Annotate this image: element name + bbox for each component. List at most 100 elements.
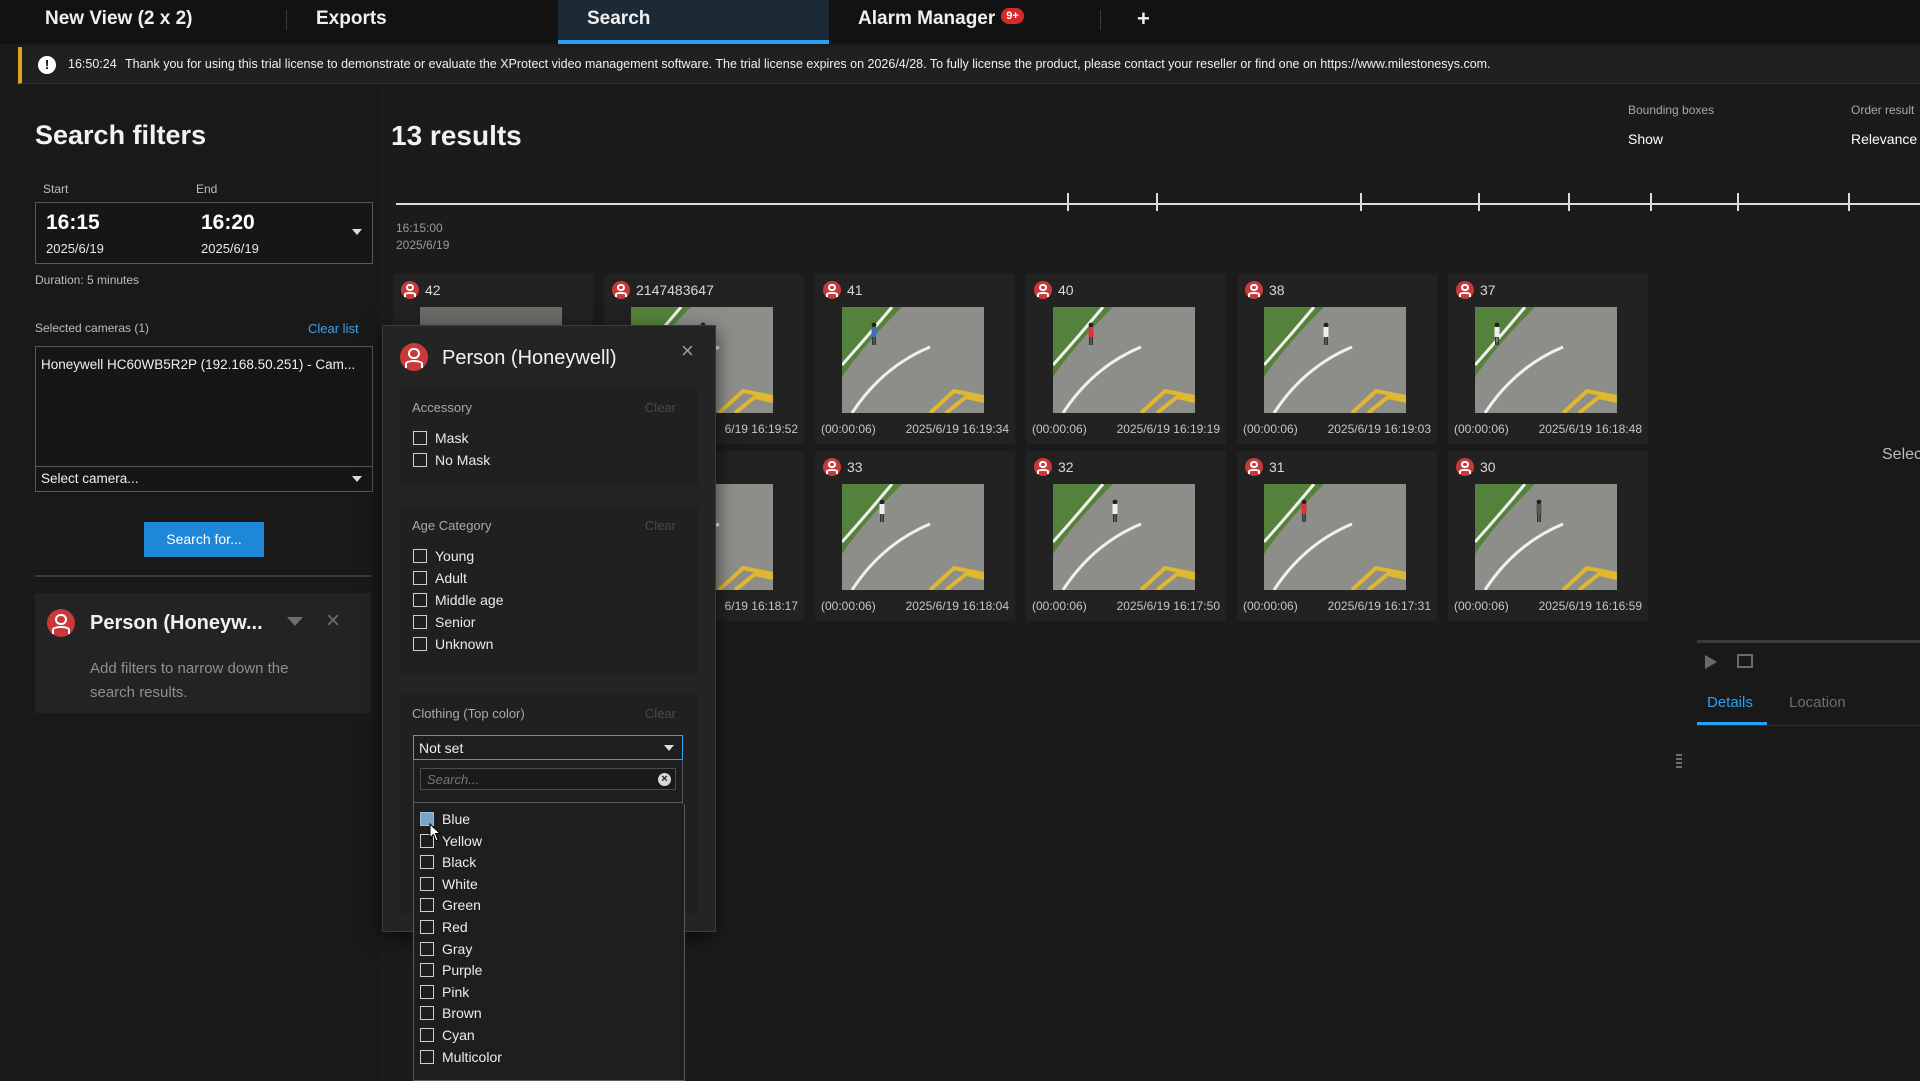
person-filter-card[interactable]: Person (Honeyw... × Add filters to narro… <box>35 593 371 713</box>
timeline-marker[interactable] <box>1737 193 1739 211</box>
option-multicolor[interactable]: Multicolor <box>420 1049 502 1069</box>
bounding-boxes-toggle[interactable]: Show <box>1628 131 1663 147</box>
chevron-down-icon <box>352 476 362 482</box>
timeline-marker[interactable] <box>1067 193 1069 211</box>
option-blue[interactable]: Blue <box>420 811 470 831</box>
timeline-marker[interactable] <box>1360 193 1362 211</box>
tab-alarm-manager[interactable]: Alarm Manager 9+ <box>858 0 1024 44</box>
checkbox[interactable] <box>420 942 434 957</box>
result-duration: (00:00:06) <box>821 599 876 613</box>
checkbox[interactable] <box>420 1006 434 1021</box>
checkbox[interactable] <box>420 1028 434 1043</box>
option-label: Blue <box>442 811 471 827</box>
checkbox[interactable] <box>420 855 434 870</box>
close-icon[interactable]: × <box>326 607 340 635</box>
checkbox-mask[interactable]: Mask <box>413 430 468 450</box>
option-gray[interactable]: Gray <box>420 941 472 961</box>
result-duration: (00:00:06) <box>1243 599 1298 613</box>
snapshot-icon[interactable] <box>1737 654 1753 668</box>
checkbox[interactable] <box>413 431 427 446</box>
order-results-select[interactable]: Relevance <box>1851 131 1917 147</box>
timeline-marker[interactable] <box>1650 193 1652 211</box>
resize-handle[interactable] <box>1676 754 1682 770</box>
thumbnail-scene <box>1475 307 1617 413</box>
tab-new-view[interactable]: New View (2 x 2) <box>45 0 193 44</box>
checkbox[interactable] <box>420 898 434 913</box>
close-icon[interactable]: × <box>681 338 694 364</box>
select-camera-text: Select camera... <box>41 471 139 486</box>
option-green[interactable]: Green <box>420 897 481 917</box>
checkbox[interactable] <box>420 920 434 935</box>
result-timestamp: 2025/6/19 16:18:04 <box>905 599 1009 613</box>
option-white[interactable]: White <box>420 876 478 896</box>
result-duration: (00:00:06) <box>1454 599 1509 613</box>
timeline-marker[interactable] <box>1156 193 1158 211</box>
clear-list-link[interactable]: Clear list <box>308 321 359 336</box>
option-red[interactable]: Red <box>420 919 468 939</box>
checkbox[interactable] <box>420 877 434 892</box>
checkbox[interactable] <box>413 593 427 608</box>
clear-button[interactable]: Clear <box>645 706 676 721</box>
result-card[interactable]: 32 (00:00:06) 2025/6/19 16:17:50 <box>1026 451 1226 621</box>
result-card[interactable]: 33 (00:00:06) 2025/6/19 16:18:04 <box>815 451 1015 621</box>
search-for-button[interactable]: Search for... <box>144 522 264 557</box>
filter-icon[interactable] <box>287 617 303 626</box>
checkbox[interactable] <box>420 1050 434 1065</box>
option-black[interactable]: Black <box>420 854 476 874</box>
checkbox[interactable] <box>420 963 434 978</box>
add-tab-button[interactable]: + <box>1137 0 1150 44</box>
color-search-input[interactable] <box>420 768 676 790</box>
result-card[interactable]: 38 (00:00:06) 2025/6/19 16:19:03 <box>1237 274 1437 444</box>
timeline-track[interactable] <box>396 203 1920 205</box>
clear-button[interactable]: Clear <box>645 400 676 415</box>
result-card[interactable]: 40 (00:00:06) 2025/6/19 16:19:19 <box>1026 274 1226 444</box>
option-label: Yellow <box>442 833 482 849</box>
checkbox[interactable] <box>413 453 427 468</box>
time-range-picker[interactable]: 16:15 2025/6/19 16:20 2025/6/19 <box>35 202 373 264</box>
checkbox[interactable] <box>413 549 427 564</box>
play-icon[interactable] <box>1705 655 1717 669</box>
result-card[interactable]: 31 (00:00:06) 2025/6/19 16:17:31 <box>1237 451 1437 621</box>
checkbox[interactable] <box>413 615 427 630</box>
tab-details[interactable]: Details <box>1707 694 1753 711</box>
option-brown[interactable]: Brown <box>420 1005 482 1025</box>
preview-progress-bar[interactable] <box>1697 640 1920 643</box>
checkbox-adult[interactable]: Adult <box>413 570 467 590</box>
timeline-marker[interactable] <box>1478 193 1480 211</box>
checkbox[interactable] <box>420 985 434 1000</box>
clear-search-icon[interactable]: × <box>658 773 671 786</box>
chevron-down-icon[interactable] <box>352 229 362 235</box>
clear-button[interactable]: Clear <box>645 518 676 533</box>
result-number: 2147483647 <box>636 282 714 298</box>
option-purple[interactable]: Purple <box>420 962 482 982</box>
checkbox[interactable] <box>413 637 427 652</box>
checkbox-young[interactable]: Young <box>413 548 474 568</box>
checkbox-label: Young <box>435 548 475 564</box>
thumbnail-scene <box>842 484 984 590</box>
tab-search[interactable]: Search <box>558 0 829 44</box>
checkbox-senior[interactable]: Senior <box>413 614 475 634</box>
option-cyan[interactable]: Cyan <box>420 1027 475 1047</box>
option-pink[interactable]: Pink <box>420 984 469 1004</box>
result-card[interactable]: 30 (00:00:06) 2025/6/19 16:16:59 <box>1448 451 1648 621</box>
group-title: Age Category <box>412 518 492 533</box>
result-card[interactable]: 37 (00:00:06) 2025/6/19 16:18:48 <box>1448 274 1648 444</box>
divider <box>414 802 682 803</box>
checkbox[interactable] <box>413 571 427 586</box>
tab-divider <box>286 10 287 30</box>
timeline-marker[interactable] <box>1568 193 1570 211</box>
result-thumbnail <box>1264 484 1406 590</box>
person-icon <box>1034 281 1052 299</box>
checkbox-no-mask[interactable]: No Mask <box>413 452 490 472</box>
person-card-title: Person (Honeyw... <box>90 612 263 634</box>
checkbox-middle-age[interactable]: Middle age <box>413 592 504 612</box>
camera-item[interactable]: Honeywell HC60WB5R2P (192.168.50.251) - … <box>41 357 355 372</box>
checkbox-unknown[interactable]: Unknown <box>413 636 493 656</box>
select-camera-dropdown[interactable]: Select camera... <box>35 466 373 492</box>
timeline-marker[interactable] <box>1848 193 1850 211</box>
tab-exports[interactable]: Exports <box>316 0 387 44</box>
clothing-color-dropdown[interactable]: Not set <box>413 735 683 760</box>
checkbox-label: Unknown <box>435 636 494 652</box>
result-card[interactable]: 41 (00:00:06) 2025/6/19 16:19:34 <box>815 274 1015 444</box>
tab-location[interactable]: Location <box>1789 694 1846 711</box>
